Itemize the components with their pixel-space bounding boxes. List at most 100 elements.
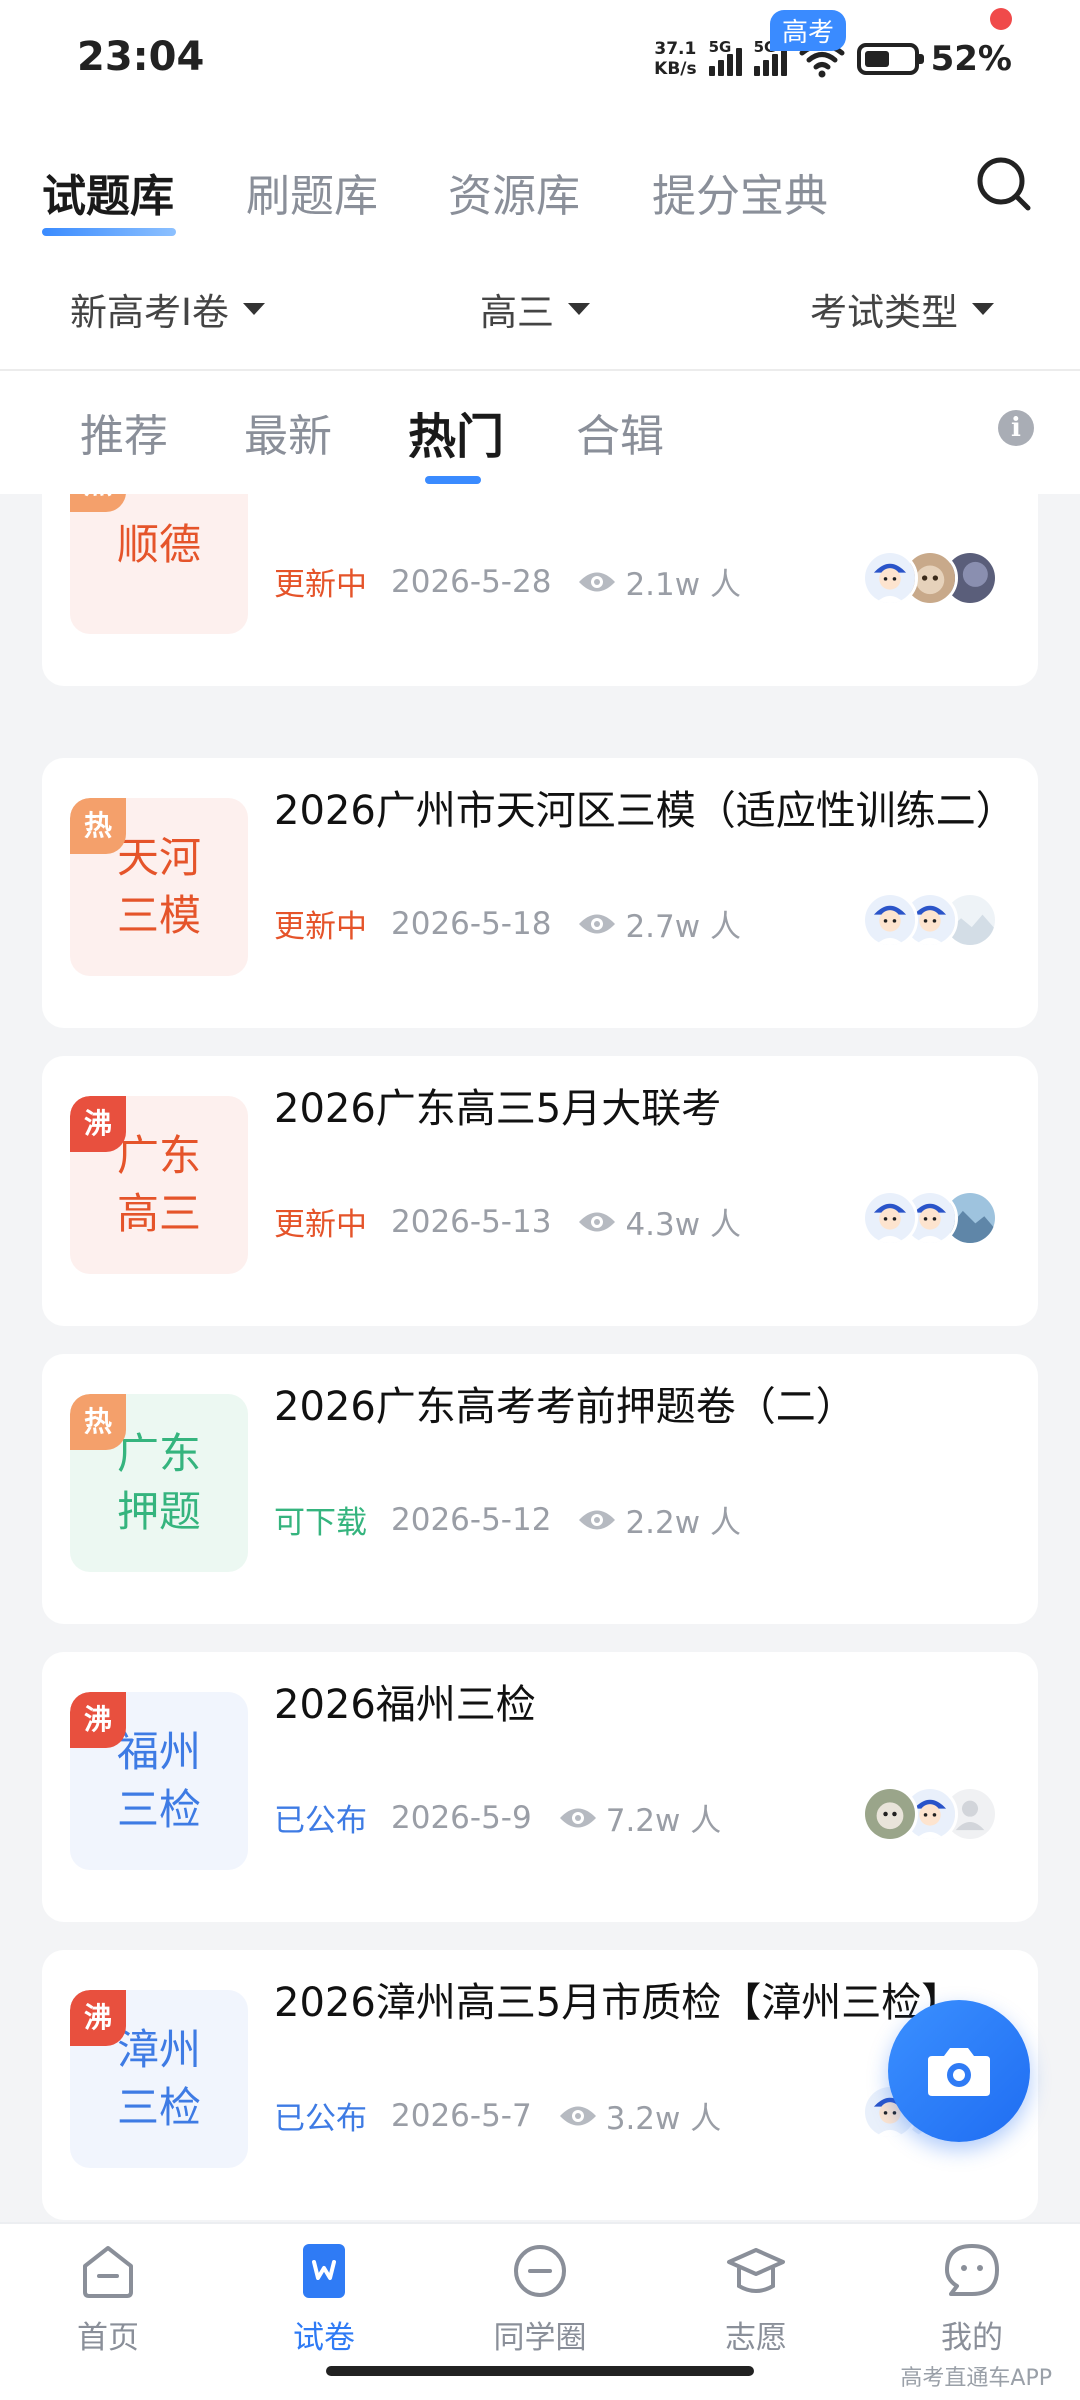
paper-views: 4.3w 人 <box>625 1207 741 1243</box>
network-speed: 37.1 KB/s <box>654 39 696 79</box>
search-icon[interactable] <box>974 154 1034 214</box>
eye-icon <box>558 1805 606 1831</box>
paper-status: 更新中 <box>274 1207 367 1243</box>
paper-date: 2026-5-18 <box>391 905 552 942</box>
grade-filter-label: 高三 <box>480 291 554 334</box>
paper-card[interactable]: 沸福州 三检 2026福州三检已公布 2026-5-9 7.2w 人 <box>42 1652 1038 1922</box>
chat-circle-icon <box>514 2245 566 2297</box>
exam-filter-label: 新高考I卷 <box>70 291 229 334</box>
paper-card[interactable]: 沸广东 高三 2026广东高三5月大联考更新中 2026-5-13 4.3w 人 <box>42 1056 1038 1326</box>
paper-views: 2.7w 人 <box>625 909 741 945</box>
status-bar: 23:04 37.1 KB/s 5G 5G 52% <box>0 0 1080 118</box>
paper-status: 更新中 <box>274 909 367 945</box>
thumbnail-text: 天河 三模 <box>116 833 201 940</box>
thumbnail-text: 广东 高三 <box>116 1131 201 1238</box>
nav-classmates[interactable]: 同学圈 <box>450 2240 630 2357</box>
paper-card[interactable]: 热顺德2026顺德三模更新中2026-5-282.1w 人 <box>42 494 1038 686</box>
header-area: 23:04 37.1 KB/s 5G 5G 52% 试题库 刷题库 资源库 提分… <box>0 0 1080 494</box>
subtab-recommend[interactable]: 推荐 <box>80 400 168 464</box>
hot-badge: 热 <box>70 1394 126 1450</box>
camera-button[interactable] <box>888 2000 1030 2142</box>
eye-icon <box>558 2103 606 2129</box>
paper-card[interactable]: 热天河 三模 2026广州市天河区三模（适应性训练二） 更新中 2026-5-18 2.… <box>42 758 1038 1028</box>
grade-filter[interactable]: 高三 <box>480 282 590 336</box>
paper-date: 2026-5-7 <box>391 2097 532 2134</box>
signal-1-icon: 5G <box>708 38 742 76</box>
tab-question-bank[interactable]: 试题库 <box>42 160 174 224</box>
nav-volunteer[interactable]: 志愿 <box>666 2240 846 2357</box>
paper-title: 2026漳州高三5月市质检【漳州三检】 <box>274 1980 962 2026</box>
watermark: 高考直通车APP <box>900 2366 1052 2391</box>
paper-date: 2026-5-12 <box>391 1501 552 1538</box>
sub-tabs: 推荐 最新 热门 合辑 i <box>0 380 1080 490</box>
paper-meta: 更新中 2026-5-18 2.7w 人 <box>274 901 741 946</box>
paper-title: 2026广东高考考前押题卷（二） <box>274 1384 856 1430</box>
viewer-avatars <box>862 1488 994 1544</box>
type-filter-label: 考试类型 <box>810 291 958 334</box>
caret-down-icon <box>568 303 590 315</box>
graduation-cap-icon <box>727 2248 785 2293</box>
tab-practice-bank[interactable]: 刷题库 <box>246 160 378 224</box>
nav-home-label: 首页 <box>77 2320 139 2356</box>
subtab-hot[interactable]: 热门 <box>408 397 504 467</box>
nav-home[interactable]: 首页 <box>18 2240 198 2357</box>
battery-text: 52% <box>930 39 1012 79</box>
avatar <box>862 550 918 606</box>
nav-profile-label: 我的 <box>941 2320 1003 2356</box>
thumbnail-text: 广东 押题 <box>116 1429 201 1536</box>
paper-meta: 已公布 2026-5-9 7.2w 人 <box>274 1795 721 1840</box>
paper-status: 可下载 <box>274 1505 367 1541</box>
main-tab-indicator <box>42 228 176 236</box>
paper-title: 2026福州三检 <box>274 1682 536 1728</box>
hot-badge: 热 <box>70 494 126 512</box>
viewer-avatars <box>862 550 998 606</box>
eye-icon <box>577 569 625 595</box>
paper-views: 2.2w 人 <box>625 1505 741 1541</box>
paper-status: 更新中 <box>274 567 367 603</box>
network-speed-unit: KB/s <box>654 59 697 79</box>
paper-status: 已公布 <box>274 2101 367 2137</box>
avatar <box>862 892 918 948</box>
subtab-latest[interactable]: 最新 <box>244 400 332 464</box>
paper-card[interactable]: 热广东 押题 2026广东高考考前押题卷（二） 可下载 2026-5-12 2.2w 人 <box>42 1354 1038 1624</box>
eye-icon <box>577 1209 625 1235</box>
type-filter[interactable]: 考试类型 <box>810 282 994 336</box>
nav-exam[interactable]: 试卷 <box>234 2240 414 2357</box>
paper-thumbnail: 沸漳州 三检 <box>70 1990 248 2168</box>
tab-resource-bank[interactable]: 资源库 <box>448 160 580 224</box>
subtab-collection[interactable]: 合辑 <box>576 400 664 464</box>
home-icon <box>83 2246 133 2298</box>
paper-date: 2026-5-28 <box>391 563 552 600</box>
tab-score-guide[interactable]: 提分宝典 <box>652 160 828 224</box>
paper-title: 2026广东高三5月大联考 <box>274 1086 722 1132</box>
paper-thumbnail: 热广东 押题 <box>70 1394 248 1572</box>
home-indicator[interactable] <box>326 2366 754 2376</box>
eye-icon <box>577 911 625 937</box>
eye-icon <box>577 1507 625 1533</box>
paper-thumbnail: 热天河 三模 <box>70 798 248 976</box>
exam-paper-icon <box>303 2244 345 2298</box>
paper-list: 热顺德2026顺德三模更新中2026-5-282.1w 人热天河 三模2026广… <box>0 494 1080 2222</box>
paper-thumbnail: 沸福州 三检 <box>70 1692 248 1870</box>
filter-row: 新高考I卷 高三 考试类型 <box>0 270 1080 342</box>
thumbnail-text: 福州 三检 <box>116 1727 201 1834</box>
hot-badge: 热 <box>70 798 126 854</box>
paper-thumbnail: 沸广东 高三 <box>70 1096 248 1274</box>
paper-date: 2026-5-13 <box>391 1203 552 1240</box>
avatar <box>862 1190 918 1246</box>
battery-icon <box>856 43 924 75</box>
paper-title: 2026广州市天河区三模（适应性训练二） <box>274 788 1016 834</box>
camera-icon <box>928 2048 990 2096</box>
paper-views: 2.1w 人 <box>625 567 741 603</box>
exam-filter[interactable]: 新高考I卷 <box>70 282 265 336</box>
profile-icon <box>945 2244 999 2296</box>
caret-down-icon <box>242 303 265 315</box>
viewer-avatars <box>862 1786 998 1842</box>
paper-date: 2026-5-9 <box>391 1799 532 1836</box>
nav-profile[interactable]: 我的 <box>882 2240 1062 2357</box>
info-icon[interactable]: i <box>998 410 1034 446</box>
viewer-avatars <box>862 892 998 948</box>
gaokao-badge: 高考 <box>770 10 847 51</box>
nav-classmates-label: 同学圈 <box>493 2320 587 2356</box>
divider <box>0 369 1080 371</box>
